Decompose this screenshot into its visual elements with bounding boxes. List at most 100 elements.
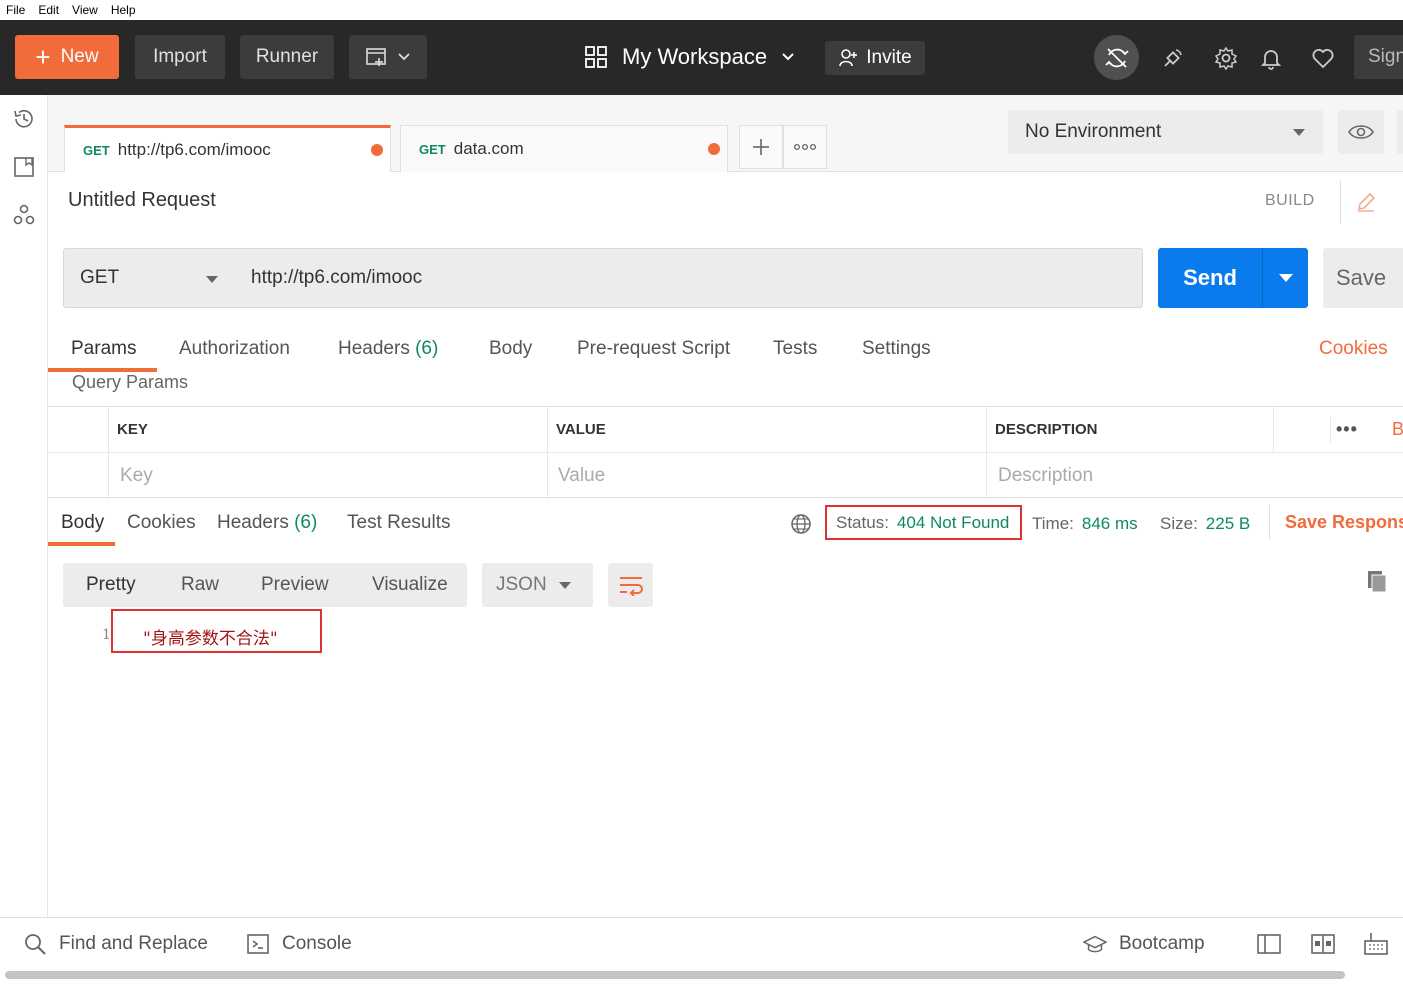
tab-method: GET <box>83 142 110 158</box>
notifications-button[interactable] <box>1258 45 1284 71</box>
tab-params[interactable]: Params <box>71 338 136 360</box>
tab-headers-label: Headers <box>338 338 410 359</box>
new-button[interactable]: + New <box>15 35 119 79</box>
collections-icon[interactable] <box>12 155 36 179</box>
tab-settings[interactable]: Settings <box>862 338 931 360</box>
request-tab-2[interactable]: GET data.com <box>400 125 728 172</box>
status-value: 404 Not Found <box>896 512 1010 532</box>
cookies-link[interactable]: Cookies <box>1319 338 1388 360</box>
tab-prerequest-script[interactable]: Pre-request Script <box>577 338 730 360</box>
save-button[interactable]: Save <box>1323 248 1403 308</box>
tab-title: data.com <box>453 139 524 158</box>
capture-requests-button[interactable] <box>1160 45 1186 71</box>
search-icon <box>25 934 46 955</box>
console-label: Console <box>282 933 352 954</box>
url-value: http://tp6.com/imooc <box>251 267 423 288</box>
menu-help[interactable]: Help <box>111 3 136 17</box>
query-params-table: KEY VALUE DESCRIPTION ••• Bulk Ed Key Va… <box>48 406 1403 499</box>
response-tab-test-results[interactable]: Test Results <box>347 512 450 534</box>
more-icon <box>794 143 816 151</box>
response-status[interactable]: Status: 404 Not Found <box>825 505 1022 540</box>
description-input[interactable]: Description <box>998 465 1093 487</box>
tab-authorization[interactable]: Authorization <box>179 338 290 360</box>
url-input[interactable]: http://tp6.com/imooc <box>236 248 1143 308</box>
history-icon[interactable] <box>12 107 36 131</box>
response-headers-label: Headers <box>217 512 289 533</box>
environment-quick-look-button[interactable] <box>1338 110 1384 154</box>
request-name[interactable]: Untitled Request <box>68 189 216 212</box>
wrap-lines-button[interactable] <box>608 563 653 607</box>
apis-icon[interactable] <box>12 203 36 227</box>
bulk-edit-link[interactable]: Bulk Ed <box>1392 419 1403 440</box>
request-tab-1[interactable]: GET http://tp6.com/imooc <box>64 125 391 172</box>
scrollbar-thumb[interactable] <box>5 971 1345 979</box>
keyboard-shortcuts-icon[interactable] <box>1363 931 1389 957</box>
two-pane-icon[interactable] <box>1310 931 1336 957</box>
signin-button[interactable]: Sign <box>1354 35 1403 79</box>
column-header-key: KEY <box>117 421 148 438</box>
single-pane-icon[interactable] <box>1256 931 1282 957</box>
bell-icon <box>1260 50 1282 70</box>
heart-button[interactable] <box>1310 45 1336 71</box>
eye-icon <box>1348 125 1374 139</box>
sync-status-button[interactable] <box>1094 35 1139 80</box>
query-params-title: Query Params <box>72 372 189 392</box>
grid-icon <box>585 46 607 68</box>
menu-bar: File Edit View Help <box>0 0 1403 20</box>
find-replace-button[interactable]: Find and Replace <box>23 932 208 956</box>
value-input[interactable]: Value <box>558 465 605 487</box>
column-divider <box>1330 417 1331 443</box>
format-value: JSON <box>496 574 547 595</box>
invite-label: Invite <box>866 47 912 68</box>
response-tab-cookies[interactable]: Cookies <box>127 512 196 534</box>
signin-label: Sign <box>1368 46 1403 67</box>
settings-button[interactable] <box>1213 45 1239 71</box>
runner-button-label: Runner <box>255 46 319 67</box>
menu-view[interactable]: View <box>72 3 98 17</box>
send-options-button[interactable] <box>1262 248 1308 308</box>
key-input[interactable]: Key <box>120 465 153 487</box>
tab-body[interactable]: Body <box>489 338 532 360</box>
send-button[interactable]: Send <box>1158 248 1262 308</box>
new-button-label: New <box>60 46 99 67</box>
manage-environments-button[interactable] <box>1397 110 1403 154</box>
graduation-cap-icon <box>1083 935 1107 953</box>
import-button[interactable]: Import <box>135 35 225 79</box>
column-options-icon[interactable]: ••• <box>1336 419 1358 440</box>
caret-down-icon <box>206 276 218 283</box>
method-select[interactable]: GET <box>63 248 237 308</box>
import-button-label: Import <box>153 46 207 67</box>
response-tab-headers[interactable]: Headers (6) <box>217 512 317 534</box>
save-label: Save <box>1336 265 1387 290</box>
environment-select[interactable]: No Environment <box>1008 110 1323 154</box>
bootcamp-button[interactable]: Bootcamp <box>1083 932 1205 956</box>
view-mode-group: Pretty Raw Preview Visualize <box>63 563 467 607</box>
menu-file[interactable]: File <box>6 3 25 17</box>
response-size[interactable]: Size: 225 B <box>1160 514 1250 534</box>
wrap-lines-icon <box>619 577 643 596</box>
runner-button[interactable]: Runner <box>240 35 334 79</box>
view-pretty[interactable]: Pretty <box>86 574 136 596</box>
tab-headers[interactable]: Headers (6) <box>338 338 438 360</box>
tab-tests[interactable]: Tests <box>773 338 817 360</box>
tab-options-button[interactable] <box>783 125 827 169</box>
view-raw[interactable]: Raw <box>181 574 219 596</box>
add-tab-button[interactable] <box>739 125 783 169</box>
response-time[interactable]: Time: 846 ms <box>1032 514 1138 534</box>
console-button[interactable]: Console <box>246 932 352 956</box>
view-preview[interactable]: Preview <box>261 574 329 596</box>
edit-request-button[interactable] <box>1340 180 1390 224</box>
view-visualize[interactable]: Visualize <box>372 574 448 596</box>
save-response-button[interactable]: Save Respons <box>1269 505 1403 540</box>
column-divider <box>108 407 109 499</box>
response-tab-body[interactable]: Body <box>61 512 104 534</box>
workspace-switcher[interactable]: My Workspace <box>584 42 795 72</box>
table-row <box>48 453 1403 499</box>
globe-icon[interactable] <box>790 513 812 535</box>
new-window-button[interactable] <box>349 35 427 79</box>
format-select[interactable]: JSON <box>482 563 593 607</box>
column-divider <box>1273 407 1274 453</box>
copy-icon[interactable] <box>1365 570 1389 594</box>
menu-edit[interactable]: Edit <box>38 3 59 17</box>
invite-button[interactable]: Invite <box>825 41 925 75</box>
